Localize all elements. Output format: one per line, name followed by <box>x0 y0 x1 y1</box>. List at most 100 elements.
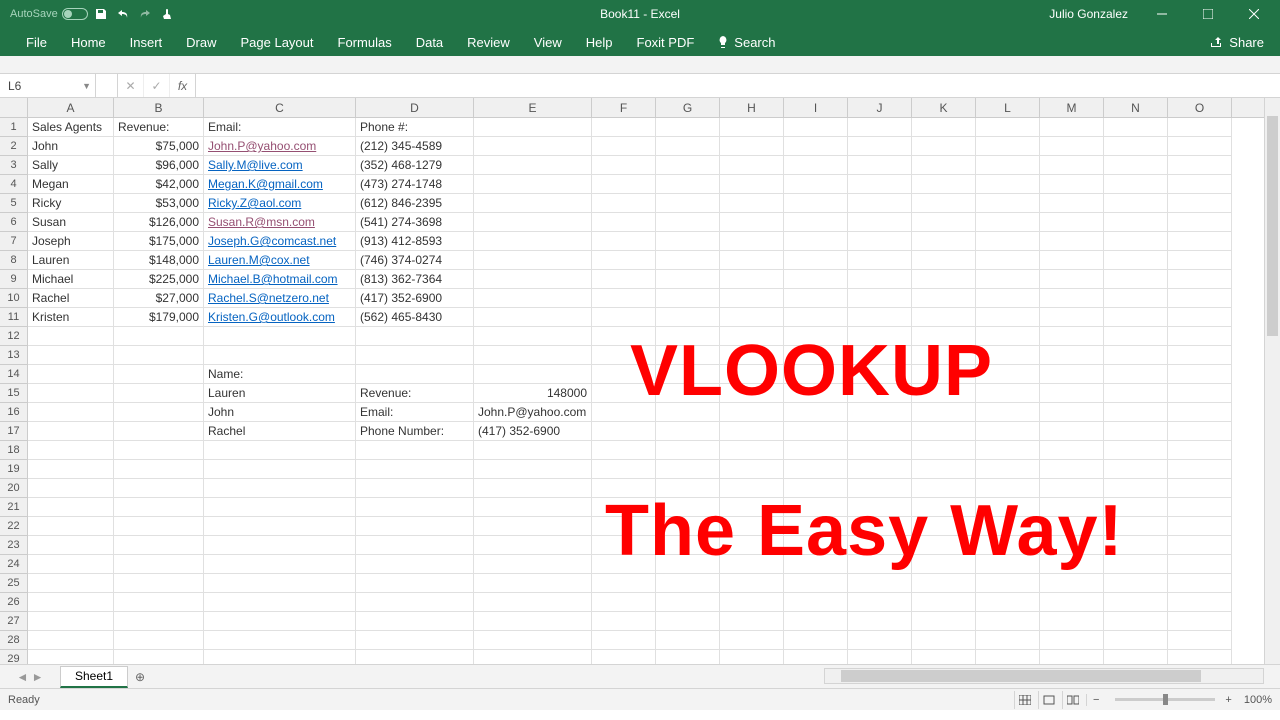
cell[interactable] <box>656 498 720 517</box>
cell[interactable] <box>912 308 976 327</box>
tab-review[interactable]: Review <box>455 28 522 56</box>
cell[interactable] <box>592 631 656 650</box>
cell[interactable] <box>720 232 784 251</box>
cell[interactable] <box>204 650 356 664</box>
row-header-28[interactable]: 28 <box>0 631 27 650</box>
row-header-23[interactable]: 23 <box>0 536 27 555</box>
cell[interactable] <box>912 498 976 517</box>
cell[interactable] <box>848 346 912 365</box>
cell[interactable] <box>720 479 784 498</box>
cell[interactable] <box>356 555 474 574</box>
column-headers[interactable]: ABCDEFGHIJKLMNO <box>28 98 1264 118</box>
cell[interactable] <box>848 460 912 479</box>
cell[interactable] <box>592 346 656 365</box>
cell[interactable] <box>976 156 1040 175</box>
cell[interactable] <box>204 536 356 555</box>
cell[interactable]: 148000 <box>474 384 592 403</box>
row-header-6[interactable]: 6 <box>0 213 27 232</box>
cell[interactable] <box>1104 574 1168 593</box>
cell[interactable] <box>592 118 656 137</box>
cell[interactable] <box>784 631 848 650</box>
cell[interactable] <box>204 346 356 365</box>
cell[interactable] <box>912 517 976 536</box>
cell[interactable] <box>1168 574 1232 593</box>
cell[interactable] <box>656 517 720 536</box>
cell[interactable] <box>656 593 720 612</box>
cell[interactable] <box>848 365 912 384</box>
save-icon[interactable] <box>92 5 110 23</box>
cell[interactable] <box>1104 365 1168 384</box>
cell[interactable] <box>1104 498 1168 517</box>
cell[interactable] <box>356 536 474 555</box>
row-header-2[interactable]: 2 <box>0 137 27 156</box>
cancel-formula-icon[interactable]: ✕ <box>118 74 144 97</box>
cell[interactable] <box>848 631 912 650</box>
cell[interactable] <box>976 137 1040 156</box>
cell[interactable] <box>848 441 912 460</box>
cell[interactable] <box>1168 593 1232 612</box>
cell[interactable] <box>1168 194 1232 213</box>
cell[interactable] <box>848 422 912 441</box>
col-header-B[interactable]: B <box>114 98 204 117</box>
redo-icon[interactable] <box>136 5 154 23</box>
cell[interactable]: Joseph <box>28 232 114 251</box>
cell[interactable]: Megan.K@gmail.com <box>204 175 356 194</box>
tab-help[interactable]: Help <box>574 28 625 56</box>
cell[interactable] <box>28 422 114 441</box>
cell[interactable] <box>720 593 784 612</box>
cell[interactable] <box>720 631 784 650</box>
row-header-10[interactable]: 10 <box>0 289 27 308</box>
cell[interactable] <box>474 365 592 384</box>
row-header-11[interactable]: 11 <box>0 308 27 327</box>
cell[interactable] <box>474 289 592 308</box>
cell[interactable] <box>204 327 356 346</box>
cell[interactable] <box>912 536 976 555</box>
cell[interactable] <box>28 460 114 479</box>
cell[interactable] <box>784 612 848 631</box>
cell[interactable]: $126,000 <box>114 213 204 232</box>
cell[interactable] <box>474 175 592 194</box>
cell[interactable] <box>976 574 1040 593</box>
cell[interactable] <box>1168 612 1232 631</box>
col-header-F[interactable]: F <box>592 98 656 117</box>
cell[interactable] <box>784 156 848 175</box>
cell[interactable] <box>784 327 848 346</box>
cell[interactable] <box>592 308 656 327</box>
cell[interactable] <box>1168 308 1232 327</box>
cell[interactable] <box>1040 650 1104 664</box>
cell[interactable] <box>1040 612 1104 631</box>
cell[interactable] <box>1040 574 1104 593</box>
cell[interactable]: $42,000 <box>114 175 204 194</box>
cell[interactable] <box>28 631 114 650</box>
cell[interactable] <box>912 175 976 194</box>
cell[interactable] <box>1040 270 1104 289</box>
cell[interactable] <box>848 574 912 593</box>
cell[interactable] <box>976 631 1040 650</box>
cell[interactable]: Michael.B@hotmail.com <box>204 270 356 289</box>
cell[interactable] <box>976 593 1040 612</box>
cell[interactable]: $53,000 <box>114 194 204 213</box>
cell[interactable] <box>474 612 592 631</box>
cell[interactable] <box>474 517 592 536</box>
tab-view[interactable]: View <box>522 28 574 56</box>
cell[interactable] <box>1168 270 1232 289</box>
cell[interactable] <box>356 365 474 384</box>
cell[interactable] <box>356 612 474 631</box>
cell[interactable] <box>912 479 976 498</box>
cell[interactable] <box>912 631 976 650</box>
col-header-I[interactable]: I <box>784 98 848 117</box>
cell[interactable] <box>656 270 720 289</box>
cell[interactable] <box>656 137 720 156</box>
row-header-7[interactable]: 7 <box>0 232 27 251</box>
cell[interactable] <box>474 441 592 460</box>
cell[interactable] <box>1104 327 1168 346</box>
cell[interactable] <box>976 422 1040 441</box>
cell[interactable]: Lauren.M@cox.net <box>204 251 356 270</box>
cell[interactable] <box>474 555 592 574</box>
sheet-nav-arrows[interactable]: ◄ ► <box>0 670 60 684</box>
cell[interactable] <box>1040 555 1104 574</box>
cell[interactable] <box>114 612 204 631</box>
cell[interactable] <box>720 213 784 232</box>
cell[interactable] <box>720 650 784 664</box>
cell[interactable] <box>784 479 848 498</box>
